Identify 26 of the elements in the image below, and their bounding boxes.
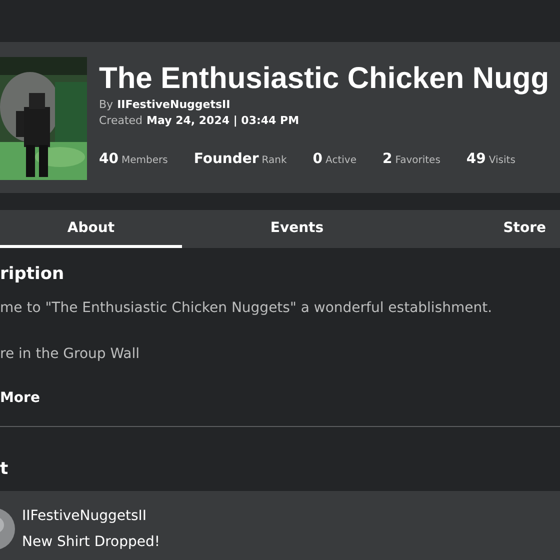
group-title: The Enthusiastic Chicken Nugg	[99, 61, 550, 97]
created-date: May 24, 2024 | 03:44 PM	[146, 113, 300, 129]
stat-value: 2	[382, 151, 392, 167]
by-label: By	[99, 97, 114, 113]
description-heading: ription	[0, 263, 66, 286]
tab[interactable]: About	[0, 210, 182, 248]
read-more-link[interactable]: More	[0, 388, 40, 408]
shout-heading: t	[0, 458, 10, 481]
stat-value: 40	[99, 151, 118, 167]
stat-value: 0	[312, 151, 323, 167]
stat-label: Rank	[262, 155, 287, 166]
stat-label: Favorites	[395, 155, 440, 166]
stat-label: Visits	[488, 155, 516, 166]
stat-label: Members	[121, 155, 168, 166]
stat-value: Founder	[194, 151, 259, 167]
description-text: re in the Group Wall	[0, 345, 141, 364]
avatar-icon	[0, 507, 16, 551]
created-label: Created	[99, 113, 143, 129]
tab[interactable]: Events	[182, 210, 412, 248]
shout-message: New Shirt Dropped!	[22, 533, 160, 552]
description-text: me to "The Enthusiastic Chicken Nuggets" a wonderful establishment.	[0, 299, 494, 318]
tab[interactable]: Store	[412, 210, 560, 248]
stat-label: Active	[326, 155, 356, 166]
stat-value: 49	[466, 151, 486, 167]
owner-link[interactable]: IIFestiveNuggetsII	[117, 97, 230, 113]
shout-author[interactable]: IIFestiveNuggetsII	[22, 506, 160, 526]
